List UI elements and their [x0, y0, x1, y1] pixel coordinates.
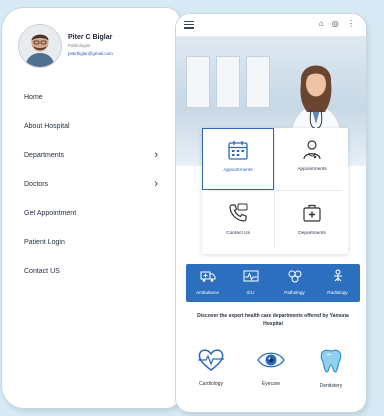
- tile-departments[interactable]: Departments: [276, 192, 348, 254]
- menu-item-label: Departments: [24, 152, 65, 159]
- heart-icon: [198, 349, 224, 371]
- menu-item-label: Get Appointment: [24, 210, 77, 217]
- menu-item-doctors[interactable]: Doctors ›: [2, 177, 180, 206]
- drawer-profile: Piter C Biglar Pathologist piterbiglar@g…: [18, 24, 168, 74]
- app-topbar: ⌂ ◎ ⋮: [176, 14, 366, 37]
- menu-item-contact-us[interactable]: Contact US: [2, 264, 180, 293]
- divider: [208, 190, 342, 191]
- chevron-right-icon[interactable]: ›: [154, 147, 158, 163]
- tile-label: Contact Us: [226, 231, 250, 236]
- avatar-image: [19, 25, 61, 67]
- specialty-cardiology[interactable]: Cardiology: [180, 348, 242, 387]
- tile-label: Departments: [298, 231, 326, 236]
- chevron-right-icon[interactable]: ›: [154, 176, 158, 192]
- tile-label: Appointments: [223, 168, 253, 173]
- user-role: Pathologist: [68, 43, 91, 48]
- menu-item-label: Home: [24, 94, 43, 101]
- service-label: Ambulance: [196, 290, 219, 295]
- specialty-label: Dentistery: [319, 383, 343, 389]
- menu-item-get-appointment[interactable]: Get Appointment: [2, 206, 180, 235]
- hero-window: [246, 56, 270, 108]
- menu-item-label: Patient Login: [24, 239, 65, 246]
- menu-item-patient-login[interactable]: Patient Login: [2, 235, 180, 264]
- tile-label: Appointments: [297, 167, 327, 172]
- hamburger-menu-icon[interactable]: [184, 21, 194, 31]
- service-label: ICU: [246, 290, 255, 295]
- phone-icon: [229, 203, 248, 222]
- divider: [274, 134, 275, 248]
- tooth-icon: [320, 349, 342, 373]
- specialty-label: Eyecare: [261, 381, 281, 387]
- quick-actions-grid: Appointments Appointments Contact Us Dep…: [202, 128, 348, 254]
- service-pathology[interactable]: Pathology: [273, 269, 316, 295]
- menu-item-label: Doctors: [24, 181, 49, 188]
- tile-contact-us[interactable]: Contact Us: [202, 192, 274, 254]
- menu-item-about-hospital[interactable]: About Hospital: [2, 119, 180, 148]
- menu-item-home[interactable]: Home: [2, 90, 180, 119]
- discover-text: Discover the expert health care departme…: [197, 313, 349, 327]
- eye-icon: [257, 352, 285, 368]
- service-label: Radiology: [327, 290, 348, 295]
- app-home-screen: ⌂ ◎ ⋮ Appointments Appointments Contact …: [176, 14, 366, 412]
- service-icu[interactable]: ICU: [229, 269, 272, 295]
- icu-icon: [243, 270, 258, 282]
- drawer-menu: Home About Hospital Departments › Doctor…: [2, 90, 180, 293]
- ambulance-icon: [200, 271, 215, 282]
- menu-item-label: About Hospital: [24, 123, 70, 130]
- calendar-icon: [228, 141, 248, 160]
- specialty-label: Cardiology: [199, 381, 223, 387]
- menu-item-label: Contact US: [24, 268, 60, 275]
- specialty-eyecare[interactable]: Eyecare: [240, 348, 302, 387]
- specialty-dentistery[interactable]: Dentistery: [300, 348, 362, 389]
- avatar[interactable]: [18, 24, 62, 68]
- first-aid-icon: [303, 204, 321, 222]
- service-label: Pathology: [284, 290, 305, 295]
- doctor-icon: [303, 140, 321, 160]
- hero-window: [186, 56, 210, 108]
- pathology-icon: [288, 270, 301, 283]
- hero-window: [216, 56, 240, 108]
- radiology-icon: [333, 269, 342, 282]
- navigation-drawer: Piter C Biglar Pathologist piterbiglar@g…: [2, 8, 180, 408]
- tile-appointments-doctor[interactable]: Appointments: [276, 128, 348, 190]
- tile-appointments[interactable]: Appointments: [202, 128, 274, 190]
- service-ambulance[interactable]: Ambulance: [186, 269, 229, 295]
- menu-item-departments[interactable]: Departments ›: [2, 148, 180, 177]
- service-radiology[interactable]: Radiology: [316, 269, 359, 295]
- topbar-actions-icons[interactable]: ⌂ ◎ ⋮: [319, 19, 358, 28]
- services-strip: Ambulance ICU Pathology Radiology: [186, 264, 360, 302]
- user-email[interactable]: piterbiglar@gmail.com: [68, 51, 113, 56]
- user-name: Piter C Biglar: [68, 34, 113, 41]
